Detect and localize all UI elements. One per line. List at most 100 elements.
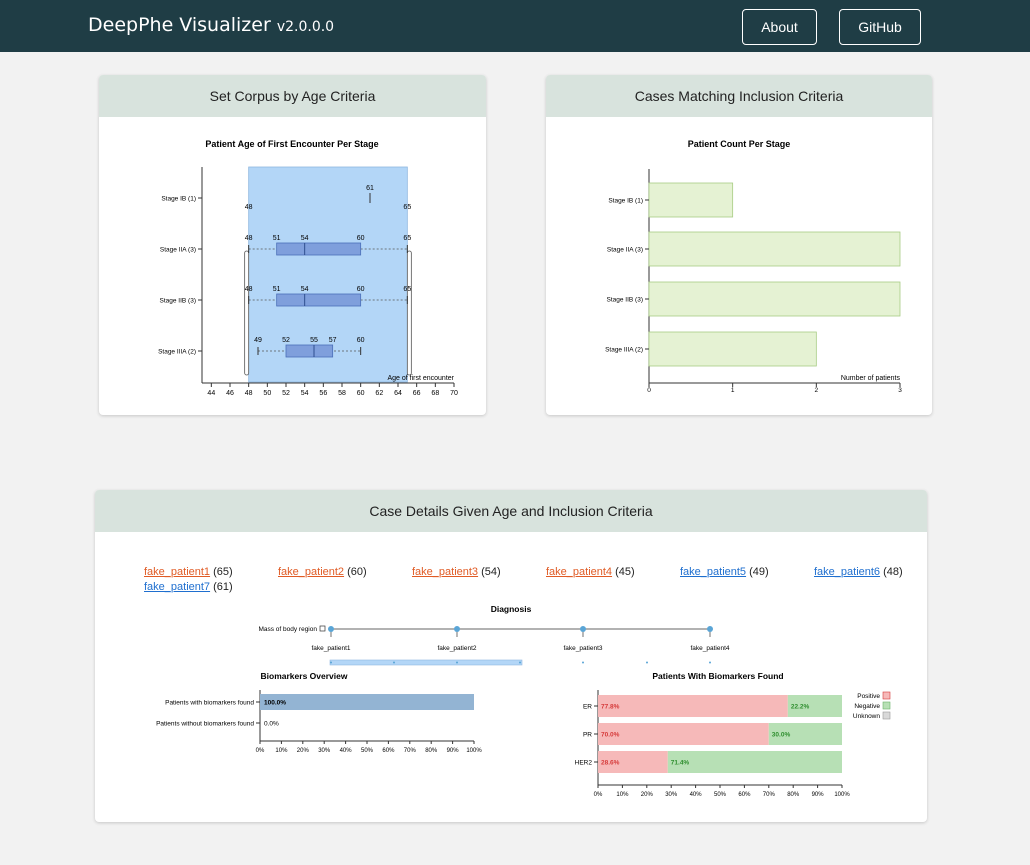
chart-title: Patient Age of First Encounter Per Stage: [205, 139, 378, 149]
y-tick-label: Stage IIA (3): [607, 247, 643, 254]
box-label: 51: [273, 286, 281, 293]
age-criteria-panel: Set Corpus by Age Criteria Patient Age o…: [99, 75, 486, 415]
app-brand[interactable]: DeepPhe Visualizer v2.0.0.0: [88, 14, 334, 36]
x-tick-label: 90%: [447, 748, 460, 754]
panel-header: Set Corpus by Age Criteria: [99, 75, 486, 117]
box-label: 65: [403, 286, 411, 293]
box-iqr[interactable]: [285, 344, 334, 358]
box-label: 49: [254, 337, 262, 344]
expand-toggle-icon[interactable]: [319, 625, 326, 632]
diagnosis-dot[interactable]: [328, 626, 334, 632]
x-tick-label: 1: [731, 387, 735, 394]
patient-count-chart[interactable]: Patient Count Per Stage 0 1 2 3 Number of pat…: [546, 117, 932, 415]
negative-label: 30.0%: [772, 732, 791, 739]
overview-bar[interactable]: [260, 694, 474, 710]
diagnosis-dot[interactable]: [580, 626, 586, 632]
y-tick-label: Stage IB (1): [608, 198, 643, 205]
x-tick-label: 62: [375, 390, 383, 397]
overview-data-label: 0.0%: [264, 721, 279, 728]
x-tick-label: 50%: [361, 748, 374, 754]
diagnosis-patient-label: fake_patient1: [311, 645, 350, 652]
x-tick-label: 40%: [690, 792, 703, 798]
x-tick-label: 0%: [256, 748, 265, 754]
x-tick-label: 10%: [616, 792, 629, 798]
y-tick-label: Stage IIB (3): [160, 298, 197, 305]
x-tick-label: 50%: [714, 792, 727, 798]
brush-handle-right[interactable]: [406, 250, 412, 376]
y-tick-label: HER2: [575, 760, 593, 767]
x-tick-label: 60%: [382, 748, 395, 754]
count-bar[interactable]: [648, 231, 901, 267]
app-version: v2.0.0.0: [276, 19, 335, 35]
box-label: 60: [357, 286, 365, 293]
positive-label: 70.0%: [601, 732, 620, 739]
box-iqr[interactable]: [276, 293, 362, 307]
x-tick-label: 46: [226, 390, 234, 397]
legend-swatch: [882, 691, 891, 700]
box-label: 57: [329, 337, 337, 344]
y-tick-label: ER: [583, 704, 592, 711]
negative-bar[interactable]: [667, 751, 842, 773]
age-boxplot-chart[interactable]: Patient Age of First Encounter Per Stage…: [99, 117, 486, 415]
x-tick-label: 48: [245, 390, 253, 397]
x-tick-label: 0%: [594, 792, 603, 798]
diagnosis-dot[interactable]: [454, 626, 460, 632]
x-tick-label: 80%: [425, 748, 438, 754]
box-iqr[interactable]: [276, 242, 362, 256]
case-details-charts: Diagnosis Mass of body region fake_patient…: [156, 604, 891, 798]
x-tick-label: 90%: [812, 792, 825, 798]
y-tick-label: Patients without biomarkers found: [156, 721, 254, 728]
about-button[interactable]: About: [742, 9, 817, 45]
x-tick-label: 70%: [763, 792, 776, 798]
diagnosis-patient-label: fake_patient2: [437, 645, 476, 652]
x-tick-label: 3: [898, 387, 902, 394]
brush-handle-left[interactable]: [244, 250, 250, 376]
legend-label: Positive: [857, 693, 880, 700]
count-bar[interactable]: [648, 331, 817, 367]
diagnosis-patient-label: fake_patient4: [690, 645, 729, 652]
y-tick-label: Stage IIIA (2): [158, 349, 196, 356]
x-tick-label: 30%: [665, 792, 678, 798]
count-bar[interactable]: [648, 182, 734, 218]
box-label: 52: [282, 337, 290, 344]
legend-label: Unknown: [853, 713, 880, 720]
diagnosis-dot[interactable]: [707, 626, 713, 632]
x-tick-label: 30%: [318, 748, 331, 754]
x-tick-label: 54: [301, 390, 309, 397]
x-tick-label: 20%: [641, 792, 654, 798]
case-details-panel: Case Details Given Age and Inclusion Cri…: [95, 490, 927, 822]
box-label: 55: [310, 337, 318, 344]
inclusion-criteria-panel: Cases Matching Inclusion Criteria Patien…: [546, 75, 932, 415]
x-tick-label: 70%: [404, 748, 417, 754]
x-tick-label: 64: [394, 390, 402, 397]
timeline-mini-dot: [646, 661, 648, 664]
positive-bar[interactable]: [598, 723, 769, 745]
brush-min-label: 48: [245, 204, 253, 211]
positive-bar[interactable]: [598, 695, 788, 717]
x-tick-label: 60: [357, 390, 365, 397]
y-tick-label: PR: [583, 732, 592, 739]
timeline-mini-dot: [519, 661, 521, 664]
x-tick-label: 44: [207, 390, 215, 397]
top-navbar: DeepPhe Visualizer v2.0.0.0 About GitHub: [0, 0, 1030, 52]
x-tick-label: 100%: [834, 792, 850, 798]
timeline-brush[interactable]: [329, 659, 523, 666]
github-button[interactable]: GitHub: [839, 9, 921, 45]
panel-header: Case Details Given Age and Inclusion Cri…: [95, 490, 927, 532]
box-label: 54: [301, 235, 309, 242]
x-tick-label: 52: [282, 390, 290, 397]
timeline-mini-dot: [330, 661, 332, 664]
box-label: 51: [273, 235, 281, 242]
x-axis-label: Age of first encounter: [387, 375, 454, 382]
diagnosis-row-label: Mass of body region: [258, 626, 317, 633]
x-tick-label: 68: [431, 390, 439, 397]
positive-label: 77.8%: [601, 704, 620, 711]
y-tick-label: Patients with biomarkers found: [165, 700, 254, 707]
count-bar[interactable]: [648, 281, 901, 317]
negative-label: 22.2%: [791, 704, 810, 711]
box-label: 60: [357, 337, 365, 344]
positive-label: 28.6%: [601, 760, 620, 767]
brush-max-label: 65: [403, 204, 411, 211]
x-tick-label: 50: [263, 390, 271, 397]
overview-data-label: 100.0%: [264, 700, 286, 707]
